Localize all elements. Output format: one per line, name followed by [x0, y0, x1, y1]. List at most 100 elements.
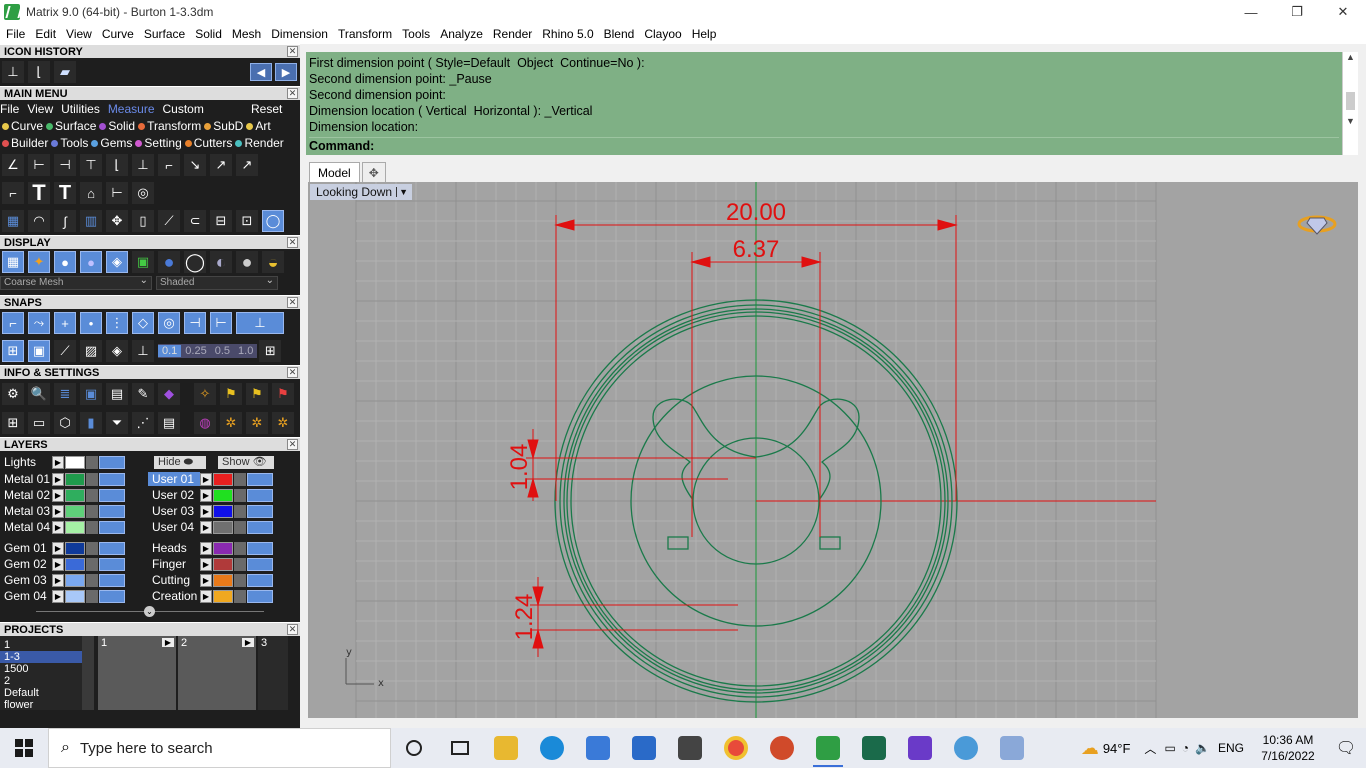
expand-icon[interactable]: ▶	[200, 557, 212, 571]
wireframe-icon[interactable]: ▦	[2, 251, 24, 273]
snap-planar-icon[interactable]: ⊥	[236, 312, 284, 334]
main-menu-tab[interactable]: Custom	[163, 102, 204, 116]
layer-row[interactable]: Metal 03 ▶	[0, 503, 148, 519]
plane-icon[interactable]: ◈	[106, 340, 128, 362]
layer-color-swatch[interactable]	[65, 472, 85, 486]
zoom-icon[interactable]: 🔍	[28, 383, 50, 405]
document-icon[interactable]: ▤	[106, 383, 128, 405]
taskbar-search[interactable]: ⌕ Type here to search	[48, 728, 391, 768]
show-button[interactable]: Show 👁	[218, 455, 274, 469]
layer-row[interactable]: User 02 ▶	[148, 487, 298, 503]
category-tools[interactable]: Tools	[49, 136, 88, 150]
snap-value[interactable]: 0.5	[211, 345, 234, 357]
flag-red-icon[interactable]: ⚑	[272, 383, 294, 405]
lock-icon[interactable]	[86, 472, 98, 486]
dimension-icon[interactable]: ⌐	[158, 154, 180, 176]
layer-name[interactable]: Metal 03	[0, 504, 52, 518]
snap-int-icon[interactable]: ◇	[132, 312, 154, 334]
material-outline-icon[interactable]: ◯	[184, 251, 206, 273]
settings-gear-icon[interactable]: ⚙	[2, 383, 24, 405]
lock-icon[interactable]	[234, 504, 246, 518]
category-curve[interactable]: Curve	[0, 119, 43, 133]
open-folder-icon[interactable]: ▰	[54, 61, 76, 83]
layer-color-swatch[interactable]	[65, 557, 85, 571]
grid-icon[interactable]: ⊞	[2, 340, 24, 362]
layer-color-swatch[interactable]	[213, 573, 233, 587]
expand-icon[interactable]: ▶	[52, 541, 64, 555]
command-prompt[interactable]: Command:	[309, 137, 1339, 154]
category-art[interactable]: Art	[244, 119, 271, 133]
dimension-icon[interactable]: ⌊	[106, 154, 128, 176]
expand-icon[interactable]: ▶	[52, 557, 64, 571]
lock-icon[interactable]	[234, 541, 246, 555]
layer-name[interactable]: Gem 04	[0, 589, 52, 603]
mesh-select[interactable]: Coarse Mesh	[0, 275, 152, 290]
dim-overall-width-label[interactable]: 20.00	[726, 199, 786, 226]
wifi-icon[interactable]: ◔	[1182, 741, 1189, 755]
layer-row[interactable]: Creation ▶	[148, 588, 298, 604]
notifications-icon[interactable]: 🗨	[1326, 738, 1366, 758]
angle-dimension-icon[interactable]: ∠	[2, 154, 24, 176]
menu-edit[interactable]: Edit	[31, 27, 62, 41]
store-icon[interactable]	[575, 728, 621, 768]
close-icon[interactable]: ✕	[287, 46, 298, 57]
menu-tools[interactable]: Tools	[398, 27, 436, 41]
layer-name[interactable]: Finger	[148, 557, 200, 571]
layer-name[interactable]: Heads	[148, 541, 200, 555]
menu-clayoo[interactable]: Clayoo	[640, 27, 687, 41]
viewport-canvas[interactable]: 20.00 6.37 1.04 1.24 y x	[308, 182, 1358, 718]
task-view-icon[interactable]	[437, 728, 483, 768]
layer-row[interactable]: Finger ▶	[148, 556, 298, 572]
flag-icon[interactable]: ⚑	[246, 383, 268, 405]
lock-icon[interactable]	[234, 589, 246, 603]
visibility-toggle[interactable]	[247, 557, 273, 571]
menu-help[interactable]: Help	[688, 27, 723, 41]
category-setting[interactable]: Setting	[133, 136, 182, 150]
dimension-aligned-icon[interactable]: ⌊	[28, 61, 50, 83]
close-icon[interactable]: ✕	[287, 367, 298, 378]
visibility-toggle[interactable]	[99, 557, 125, 571]
filter-icon[interactable]: ⏷	[106, 412, 128, 434]
render-icon[interactable]: ✲	[220, 412, 242, 434]
visibility-toggle[interactable]	[99, 472, 125, 486]
edit-icon[interactable]: ✎	[132, 383, 154, 405]
select-points-icon[interactable]: ⋰	[132, 412, 154, 434]
expand-icon[interactable]: ▶	[52, 472, 64, 486]
lock-icon[interactable]	[234, 557, 246, 571]
snap-center-icon[interactable]: ⋮	[106, 312, 128, 334]
visibility-toggle[interactable]	[99, 541, 125, 555]
snap-point-icon[interactable]: +	[54, 312, 76, 334]
chevron-down-icon[interactable]: ▼	[396, 187, 408, 197]
category-cutters[interactable]: Cutters	[183, 136, 232, 150]
expand-icon[interactable]: ▶	[52, 488, 64, 502]
expand-icon[interactable]: ▶	[200, 504, 212, 518]
viewport-label[interactable]: Looking Down ▼	[310, 184, 412, 200]
layer-row[interactable]: User 03 ▶	[148, 503, 298, 519]
gem-widget-icon[interactable]	[1297, 215, 1337, 235]
history-forward-icon[interactable]: ▶	[275, 63, 297, 81]
material-silver-icon[interactable]: ●	[236, 251, 258, 273]
menu-file[interactable]: File	[2, 27, 31, 41]
app-icon[interactable]	[667, 728, 713, 768]
list-icon[interactable]: ▤	[158, 412, 180, 434]
close-icon[interactable]: ✕	[287, 624, 298, 635]
visibility-toggle[interactable]	[99, 488, 125, 502]
close-icon[interactable]: ✕	[287, 439, 298, 450]
expand-icon[interactable]: ▶	[52, 573, 64, 587]
weather-icon[interactable]: ☁	[1081, 738, 1099, 759]
category-surface[interactable]: Surface	[44, 119, 96, 133]
lock-icon[interactable]	[86, 520, 98, 534]
project-thumbnail[interactable]: 3	[258, 636, 288, 710]
edge-icon[interactable]	[529, 728, 575, 768]
rendered-sphere-icon[interactable]: ●	[80, 251, 102, 273]
link-icon[interactable]: ⊂	[184, 210, 206, 232]
expand-icon[interactable]: ▶	[52, 504, 64, 518]
lock-icon[interactable]	[86, 573, 98, 587]
visibility-toggle[interactable]	[99, 573, 125, 587]
menu-view[interactable]: View	[62, 27, 98, 41]
expand-icon[interactable]: ▶	[200, 541, 212, 555]
visibility-toggle[interactable]	[247, 520, 273, 534]
layer-row[interactable]: User 04 ▶	[148, 519, 298, 535]
menu-dimension[interactable]: Dimension	[267, 27, 334, 41]
project-list-scrollbar[interactable]	[82, 636, 94, 710]
